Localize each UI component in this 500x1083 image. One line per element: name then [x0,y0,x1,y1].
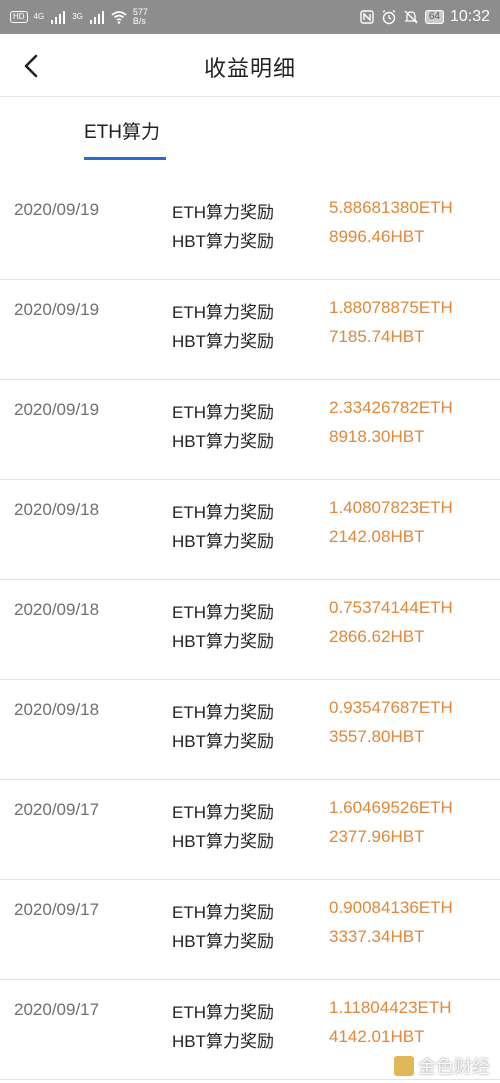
hbt-reward-value: 2866.62HBT [329,627,425,646]
signal-icon [51,11,66,24]
record-date: 2020/09/19 [14,400,100,419]
eth-reward-label: ETH算力奖励 [172,503,274,522]
list-item: 2020/09/17 ETH算力奖励 1.60469526ETH HBT算力奖励… [0,780,500,880]
hbt-reward-value: 3337.34HBT [329,927,425,946]
record-date: 2020/09/17 [14,900,100,919]
eth-reward-value: 0.90084136ETH [329,898,453,917]
eth-reward-label: ETH算力奖励 [172,903,274,922]
list-item: 2020/09/19 ETH算力奖励 2.33426782ETH HBT算力奖励… [0,380,500,480]
status-bar: HD 4G 3G 577 B/s 64 10:32 [0,0,500,34]
hbt-reward-label: HBT算力奖励 [172,332,274,351]
nfc-icon [360,10,374,24]
hbt-reward-value: 4142.01HBT [329,1027,425,1046]
hbt-reward-value: 2142.08HBT [329,527,425,546]
speed-unit: B/s [132,16,146,26]
list-item: 2020/09/18 ETH算力奖励 0.75374144ETH HBT算力奖励… [0,580,500,680]
eth-reward-value: 1.40807823ETH [329,498,453,517]
hbt-reward-value: 2377.96HBT [329,827,425,846]
eth-reward-label: ETH算力奖励 [172,1003,274,1022]
watermark-logo-icon [394,1056,414,1076]
list-item: 2020/09/18 ETH算力奖励 0.93547687ETH HBT算力奖励… [0,680,500,780]
hbt-reward-label: HBT算力奖励 [172,232,274,251]
eth-reward-label: ETH算力奖励 [172,803,274,822]
record-date: 2020/09/17 [14,1000,100,1019]
tab-eth-hashpower[interactable]: ETH算力 [84,117,160,144]
hbt-reward-label: HBT算力奖励 [172,632,274,651]
eth-reward-label: ETH算力奖励 [172,303,274,322]
alarm-icon [382,9,396,25]
list-item: 2020/09/19 ETH算力奖励 1.88078875ETH HBT算力奖励… [0,280,500,380]
hbt-reward-label: HBT算力奖励 [172,1032,274,1051]
hbt-reward-value: 7185.74HBT [329,327,425,346]
tab-active-indicator [84,157,166,160]
record-date: 2020/09/19 [14,200,100,219]
eth-reward-value: 5.88681380ETH [329,198,453,217]
status-left: HD 4G 3G 577 B/s [10,8,148,26]
record-date: 2020/09/18 [14,600,100,619]
hbt-reward-label: HBT算力奖励 [172,832,274,851]
wifi-icon [111,11,127,24]
battery-indicator: 64 [424,10,444,24]
hd-badge: HD [10,11,28,23]
eth-reward-value: 0.93547687ETH [329,698,453,717]
hbt-reward-value: 3557.80HBT [329,727,425,746]
eth-reward-value: 1.11804423ETH [329,998,452,1017]
eth-reward-label: ETH算力奖励 [172,403,274,422]
list-item: 2020/09/17 ETH算力奖励 0.90084136ETH HBT算力奖励… [0,880,500,980]
hbt-reward-value: 8918.30HBT [329,427,425,446]
tab-bar: ETH算力 [0,97,500,163]
list-item: 2020/09/19 ETH算力奖励 5.88681380ETH HBT算力奖励… [0,180,500,280]
page-title: 收益明细 [203,56,296,81]
eth-reward-value: 1.88078875ETH [329,298,453,317]
watermark: 金色财经 [394,1053,490,1079]
network-speed: 577 B/s [133,8,148,26]
watermark-text: 金色财经 [418,1057,490,1077]
status-time: 10:32 [449,8,490,25]
record-date: 2020/09/19 [14,300,100,319]
network-3g: 3G [72,12,83,21]
status-right: 64 10:32 [359,8,490,26]
network-4g: 4G [33,12,45,21]
eth-reward-value: 0.75374144ETH [329,598,453,617]
hbt-reward-value: 8996.46HBT [329,227,425,246]
record-date: 2020/09/18 [14,700,100,719]
eth-reward-label: ETH算力奖励 [172,703,274,722]
nav-bar: 收益明细 [0,34,500,97]
list-item: 2020/09/18 ETH算力奖励 1.40807823ETH HBT算力奖励… [0,480,500,580]
eth-reward-value: 1.60469526ETH [329,798,453,817]
hbt-reward-label: HBT算力奖励 [172,932,274,951]
earnings-list: 2020/09/19 ETH算力奖励 5.88681380ETH HBT算力奖励… [0,180,500,1080]
eth-reward-label: ETH算力奖励 [172,603,274,622]
eth-reward-value: 2.33426782ETH [329,398,453,417]
record-date: 2020/09/17 [14,800,100,819]
mute-bell-icon [404,10,418,24]
hbt-reward-label: HBT算力奖励 [172,432,274,451]
hbt-reward-label: HBT算力奖励 [172,532,274,551]
signal-icon-2 [89,11,104,24]
record-date: 2020/09/18 [14,500,100,519]
eth-reward-label: ETH算力奖励 [172,203,274,222]
hbt-reward-label: HBT算力奖励 [172,732,274,751]
